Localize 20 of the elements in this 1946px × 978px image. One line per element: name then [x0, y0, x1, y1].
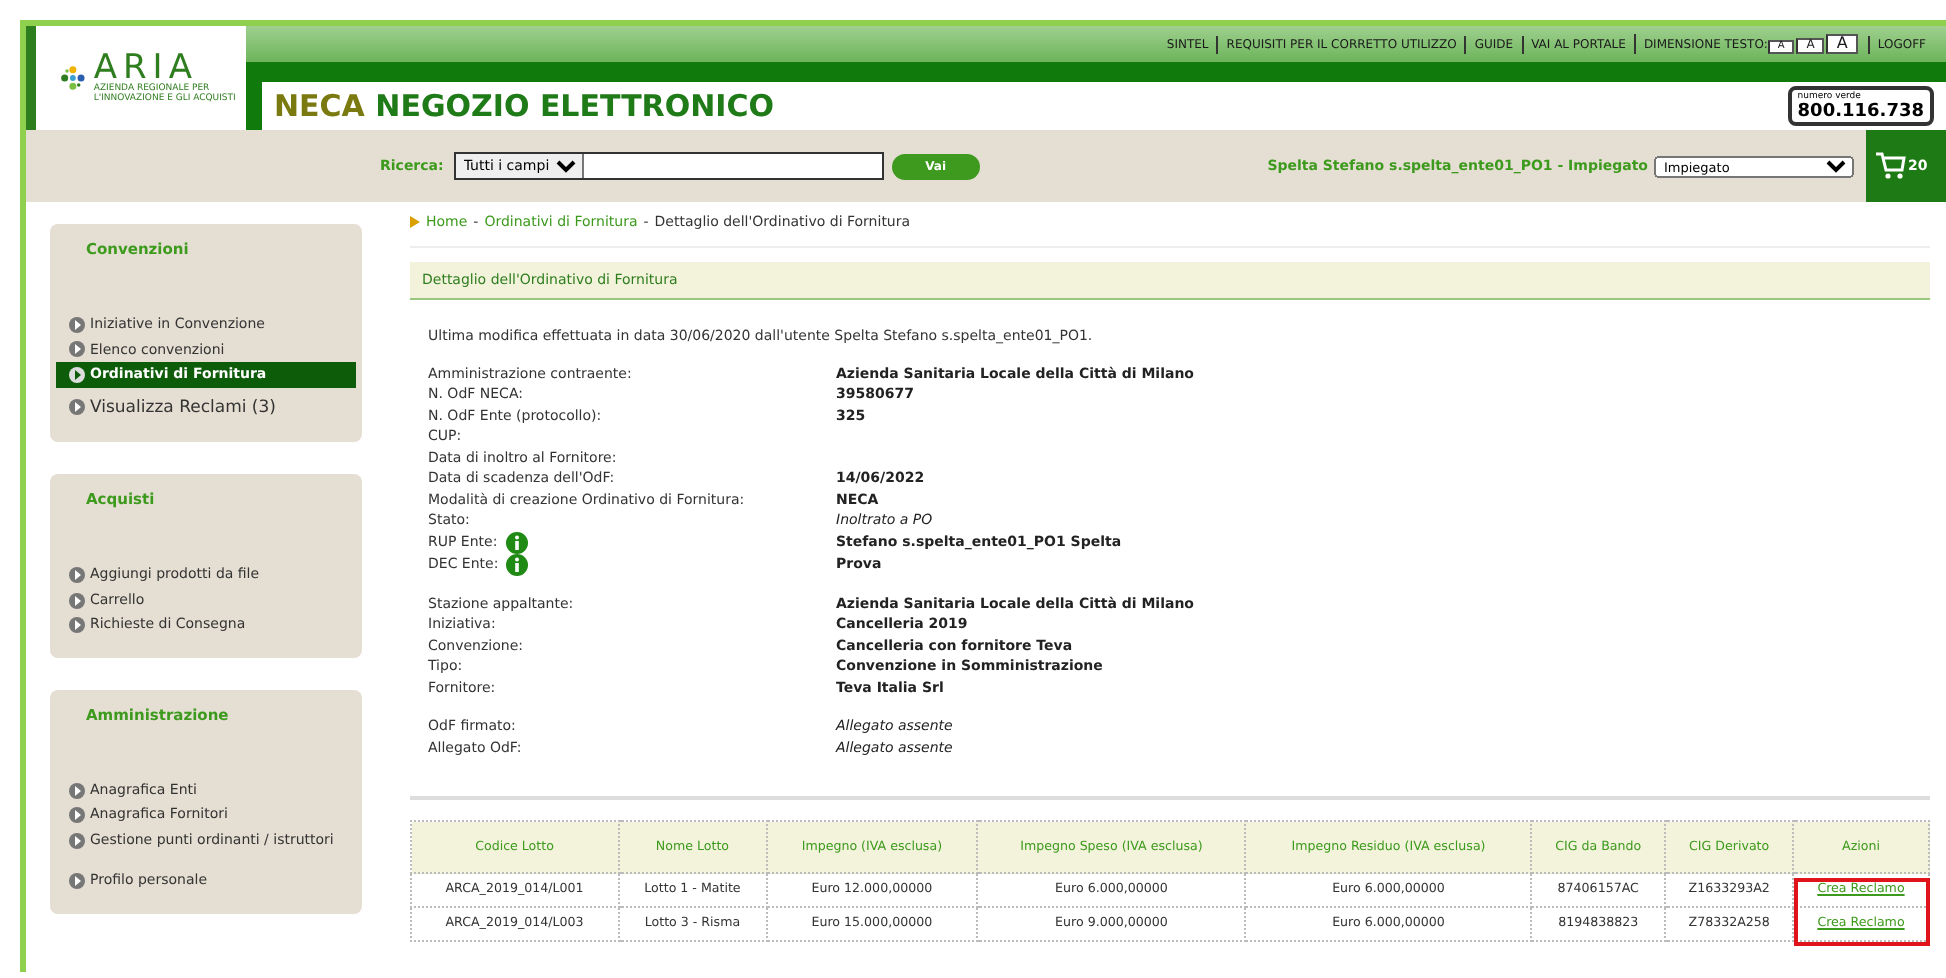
triangle-icon: [410, 216, 420, 229]
arrow-circle-icon: [68, 566, 86, 584]
sidebar-item[interactable]: Visualizza Reclami (3): [56, 393, 356, 423]
arrow-circle-icon: [68, 806, 86, 824]
arrow-circle-icon: [68, 781, 86, 799]
app-title: NECA NEGOZIO ELETTRONICO: [274, 85, 774, 128]
info-icon[interactable]: [506, 553, 529, 575]
arrow-circle-icon: [68, 365, 86, 384]
text-size-button[interactable]: A: [1826, 34, 1858, 54]
arrow-circle-icon: [68, 831, 86, 849]
arrow-circle-icon: [68, 340, 86, 359]
hotline-number: 800.116.738: [1797, 103, 1924, 122]
arrow-circle-icon: [68, 616, 86, 634]
cart-icon: [1874, 152, 1906, 180]
logo-text: ARIA: [93, 51, 198, 86]
arrow-circle-icon: [68, 398, 86, 417]
arrow-circle-icon: [68, 591, 86, 609]
arrow-circle-icon: [68, 315, 86, 334]
arrow-circle-icon: [68, 872, 86, 890]
info-icon[interactable]: [505, 531, 528, 553]
